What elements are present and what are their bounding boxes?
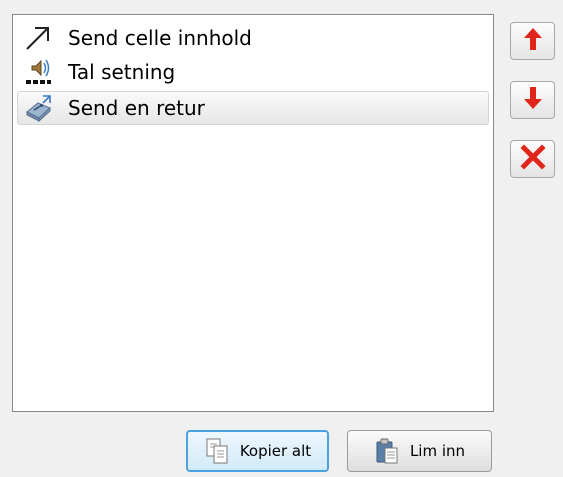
copy-all-label: Kopier alt bbox=[239, 442, 312, 460]
arrow-down-icon bbox=[521, 85, 545, 115]
dialog-panel: Send celle innhold Tal setning Send en r… bbox=[0, 0, 563, 477]
copy-all-button[interactable]: Kopier alt bbox=[186, 430, 329, 472]
move-up-button[interactable] bbox=[510, 22, 555, 60]
enter-key-icon bbox=[22, 93, 54, 123]
move-down-button[interactable] bbox=[510, 81, 555, 119]
arrow-diagonal-icon bbox=[22, 23, 54, 53]
list-item[interactable]: Tal setning bbox=[17, 55, 489, 89]
list-item[interactable]: Send en retur bbox=[17, 91, 489, 125]
list-item[interactable]: Send celle innhold bbox=[17, 21, 489, 55]
list-item-label: Tal setning bbox=[68, 60, 176, 84]
paste-icon bbox=[374, 436, 400, 466]
arrow-up-icon bbox=[521, 26, 545, 56]
delete-x-icon bbox=[519, 144, 546, 174]
list-item-label: Send en retur bbox=[68, 96, 205, 120]
list-item-label: Send celle innhold bbox=[68, 26, 252, 50]
delete-button[interactable] bbox=[510, 140, 555, 178]
speaker-icon bbox=[22, 57, 54, 87]
copy-icon bbox=[204, 436, 230, 466]
action-list[interactable]: Send celle innhold Tal setning Send en r… bbox=[12, 14, 494, 412]
paste-label: Lim inn bbox=[409, 442, 466, 460]
paste-button[interactable]: Lim inn bbox=[347, 430, 492, 472]
